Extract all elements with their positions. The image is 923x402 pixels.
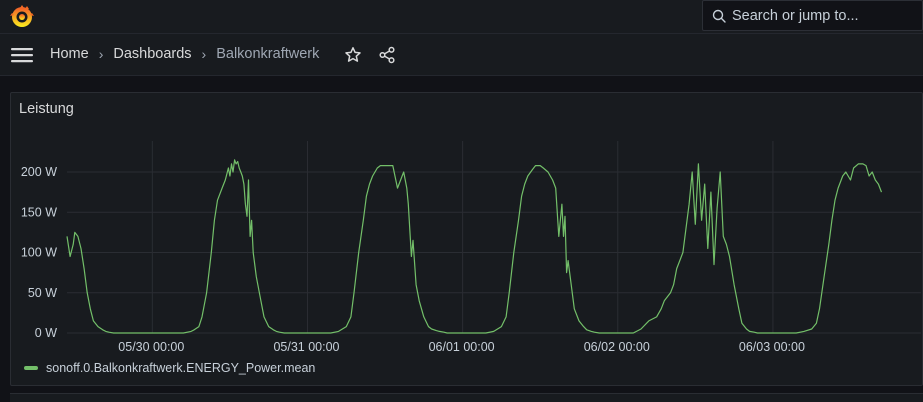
legend[interactable]: sonoff.0.Balkonkraftwerk.ENERGY_Power.me…: [24, 361, 315, 375]
breadcrumb-dashboards[interactable]: Dashboards: [113, 46, 191, 62]
x-tick-label: 06/02 00:00: [584, 340, 650, 354]
top-bar: Search or jump to...: [0, 0, 923, 34]
y-tick-label: 50 W: [28, 286, 57, 300]
share-icon[interactable]: [378, 46, 396, 64]
y-tick-label: 0 W: [35, 326, 57, 340]
y-tick-label: 200 W: [21, 165, 57, 179]
breadcrumb-current[interactable]: Balkonkraftwerk: [216, 46, 319, 62]
x-tick-label: 06/03 00:00: [739, 340, 805, 354]
legend-label: sonoff.0.Balkonkraftwerk.ENERGY_Power.me…: [46, 361, 316, 375]
chart-panel: Leistung 0 W 50 W 100 W 150 W 200 W 05/30 00:…: [10, 92, 923, 386]
legend-swatch: [24, 366, 38, 370]
star-icon[interactable]: [344, 46, 362, 64]
x-tick-label: 05/30 00:00: [118, 340, 184, 354]
grafana-logo-icon[interactable]: [9, 4, 35, 30]
hamburger-icon[interactable]: [11, 46, 33, 64]
breadcrumb: Home › Dashboards › Balkonkraftwerk: [50, 46, 319, 62]
power-chart[interactable]: 0 W 50 W 100 W 150 W 200 W 05/30 00:00 05/31 0…: [11, 93, 922, 385]
y-tick-label: 150 W: [21, 205, 57, 219]
breadcrumb-home[interactable]: Home: [50, 46, 89, 62]
search-icon: [712, 9, 726, 23]
series-line: [66, 159, 883, 334]
x-tick-label: 05/31 00:00: [273, 340, 339, 354]
nav-bar: Home › Dashboards › Balkonkraftwerk: [0, 34, 923, 76]
search-placeholder: Search or jump to...: [732, 8, 859, 24]
x-tick-label: 06/01 00:00: [429, 340, 495, 354]
chevron-right-icon: ›: [201, 46, 207, 62]
y-tick-label: 100 W: [21, 246, 57, 260]
search-input[interactable]: Search or jump to...: [702, 0, 923, 31]
chevron-right-icon: ›: [98, 46, 104, 62]
next-panel-edge: [10, 393, 923, 402]
